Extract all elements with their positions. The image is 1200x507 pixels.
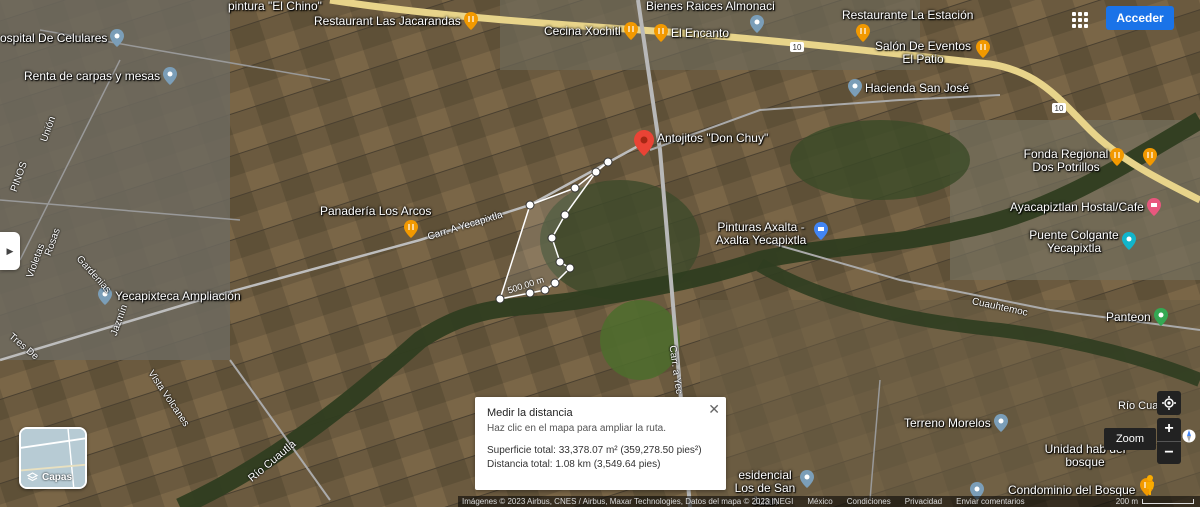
restaurant-icon[interactable] [976,40,990,58]
layers-caption: Capas [27,472,72,483]
hotel-icon [1146,198,1161,216]
expand-panel-button[interactable]: ▶ [0,232,20,270]
country-link[interactable]: México [807,497,832,506]
measure-area: Superficie total: 33,378.07 m² (359,278.… [487,445,702,456]
chevron-right-icon: ▶ [6,245,14,256]
place-label: Antojitos "Don Chuy" [657,130,769,145]
map-footer: Imágenes © 2023 Airbus, CNES / Airbus, M… [458,496,1200,507]
place-icon [163,67,178,85]
measure-vertex[interactable] [591,167,601,177]
apps-grid-icon[interactable] [1070,10,1090,30]
place-label-pintura[interactable]: pintura "El Chino" [228,0,322,13]
place-label-pinturas[interactable]: Pinturas Axalta - Axalta Yecapixtla [710,221,812,247]
measure-vertex[interactable] [525,288,535,298]
vegetation [790,120,970,200]
restaurant-icon[interactable] [404,220,418,238]
feedback-link[interactable]: Enviar comentarios [956,497,1024,506]
measure-vertex[interactable] [525,200,535,210]
place-cecina[interactable]: Cecina Xochitl [544,22,638,40]
layers-icon [27,472,38,482]
place-label-puente[interactable]: Puente Colgante Yecapixtla [1024,229,1124,255]
terms-link[interactable]: Condiciones [847,497,891,506]
place-renta[interactable]: Renta de carpas y mesas [24,67,178,85]
place-antojitos[interactable]: Antojitos "Don Chuy" [634,130,768,156]
place-label-panaderia[interactable]: Panadería Los Arcos [320,205,431,218]
measure-vertex[interactable] [547,233,557,243]
measure-hint: Haz clic en el mapa para ampliar la ruta… [487,423,666,434]
pegman-icon[interactable] [1140,474,1160,496]
place-icon[interactable] [800,470,814,488]
place-label-salon[interactable]: Salón De Eventos El Patio [868,40,978,66]
place-label: Restaurant Las Jacarandas [314,13,461,28]
place-label: Bienes Raices Almonaci [646,0,775,13]
restaurant-icon [463,12,478,30]
place-label: El Encanto [671,25,730,40]
shopping-icon[interactable] [814,222,828,240]
imagery-attribution: Imágenes © 2023 Airbus, CNES / Airbus, M… [462,497,794,506]
place-label-fonda[interactable]: Fonda Regional Dos Potrillos [1016,148,1116,174]
red-pin-icon [634,130,654,156]
measure-vertex[interactable] [495,294,505,304]
place-restaurant-jacarandas[interactable]: Restaurant Las Jacarandas [314,12,478,30]
measure-title: Medir la distancia [487,407,573,419]
place-label: Terreno Morelos [904,415,991,430]
attraction-icon[interactable] [1122,232,1136,250]
my-location-icon [1162,396,1176,410]
scale-label: 200 m [1115,497,1138,506]
zoom-out-button[interactable]: − [1157,442,1181,465]
zoom-tooltip: Zoom [1104,428,1156,450]
place-restaurante-estacion[interactable]: Restaurante La Estación [842,9,973,22]
vegetation [600,300,680,380]
town-area-left [0,0,230,360]
restaurant-icon[interactable] [1143,148,1157,166]
measure-vertex[interactable] [555,257,565,267]
zoom-in-button[interactable]: + [1157,418,1181,442]
place-label: Cecina Xochitl [544,23,621,38]
place-hospital[interactable]: ospital De Celulares [0,29,125,47]
restaurant-icon [654,24,668,42]
measure-distance-panel: Medir la distancia Haz clic en el mapa p… [475,397,726,490]
close-icon[interactable]: ✕ [708,401,720,418]
place-icon [848,79,862,97]
place-terreno[interactable]: Terreno Morelos [904,414,1008,432]
park-icon [1153,308,1168,326]
place-label: Renta de carpas y mesas [24,68,161,83]
scale-bar[interactable]: 200 m [1116,497,1200,506]
place-bienes-raices[interactable]: Bienes Raices Almonaci [646,0,775,13]
restaurant-icon [623,22,638,40]
scale-bar-line [1142,499,1194,504]
place-label: Hacienda San José [865,80,970,95]
svg-text:10: 10 [1055,104,1064,113]
measure-distance: Distancia total: 1.08 km (3,549.64 pies) [487,459,661,470]
compass-icon[interactable] [1182,428,1196,444]
svg-text:10: 10 [793,43,802,52]
place-encanto[interactable]: El Encanto [654,24,729,42]
place-icon [110,29,125,47]
place-label: Restaurante La Estación [842,8,974,22]
place-panteon[interactable]: Panteon [1106,308,1168,326]
measure-vertex[interactable] [565,263,575,273]
place-ayacapiztlan[interactable]: Ayacapiztlan Hostal/Cafe [1010,198,1161,216]
place-hacienda[interactable]: Hacienda San José [848,79,969,97]
place-label: ospital De Celulares [0,30,108,45]
sign-in-button[interactable]: Acceder [1106,6,1174,30]
measure-vertex[interactable] [560,210,570,220]
privacy-link[interactable]: Privacidad [905,497,942,506]
measure-vertex[interactable] [540,285,550,295]
measure-vertex[interactable] [570,183,580,193]
route-shield-10: 10 [1052,103,1066,113]
restaurant-icon[interactable] [1110,148,1124,166]
place-label: Yecapixteca Ampliación [115,288,241,303]
zoom-control: + − [1157,418,1181,464]
layers-button[interactable]: Capas [19,427,87,489]
place-icon [993,414,1008,432]
measure-vertex[interactable] [550,278,560,288]
place-icon[interactable] [750,15,764,33]
measure-vertex[interactable] [603,157,613,167]
route-shield-10: 10 [790,42,804,52]
place-label: Panteon [1106,309,1151,324]
my-location-button[interactable] [1157,391,1181,415]
place-label: Ayacapiztlan Hostal/Cafe [1010,199,1144,214]
layers-label: Capas [42,472,73,483]
